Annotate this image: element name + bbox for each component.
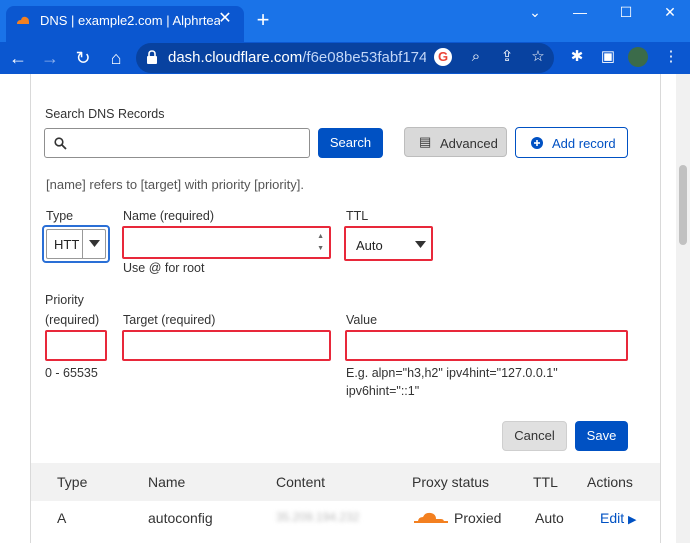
- extensions-icon[interactable]: ✱: [566, 46, 588, 68]
- info-target-token: [target]: [140, 177, 182, 192]
- advanced-button[interactable]: ▤ Advanced: [404, 127, 507, 157]
- name-input[interactable]: ▲ ▼: [122, 226, 331, 259]
- value-hint-line-1: E.g. alpn="h3,h2" ipv4hint="127.0.0.1": [346, 366, 558, 380]
- plus-circle-icon: [531, 137, 543, 149]
- menu-icon[interactable]: ⋮: [660, 46, 682, 68]
- ttl-value: Auto: [356, 238, 383, 253]
- new-tab-icon[interactable]: +: [253, 9, 273, 31]
- priority-hint: 0 - 65535: [45, 366, 98, 380]
- type-select[interactable]: HTT: [42, 225, 110, 263]
- chevron-down-icon: [89, 240, 100, 247]
- ttl-label: TTL: [346, 209, 369, 223]
- save-button[interactable]: Save: [575, 421, 628, 451]
- tab-close-icon[interactable]: ✕: [216, 10, 234, 28]
- ttl-select[interactable]: Auto: [344, 226, 433, 261]
- url-text[interactable]: dash.cloudflare.com/f6e08be53fabf1749...: [168, 49, 426, 66]
- priority-input[interactable]: [45, 330, 107, 361]
- url-host: dash.cloudflare.com: [168, 49, 303, 66]
- share-icon[interactable]: ⇪: [496, 46, 518, 68]
- value-hint-line-2: ipv6hint="::1": [346, 384, 420, 398]
- advanced-label: Advanced: [440, 136, 498, 151]
- row-type: A: [57, 510, 67, 526]
- info-text: refers to: [85, 177, 141, 192]
- window-close-icon[interactable]: ✕: [655, 2, 685, 22]
- browser-tab-strip: DNS | example2.com | Alphrteam ✕ + ⌄ — ☐…: [0, 0, 690, 42]
- tab-title: DNS | example2.com | Alphrteam: [40, 13, 220, 28]
- search-icon: [54, 137, 67, 150]
- column-header-name[interactable]: Name: [148, 474, 185, 490]
- info-text: with priority: [181, 177, 255, 192]
- list-icon: ▤: [419, 134, 432, 149]
- search-input[interactable]: [44, 128, 310, 158]
- scrollbar-thumb[interactable]: [679, 165, 687, 245]
- edit-label: Edit: [600, 510, 625, 526]
- back-icon[interactable]: ←: [6, 46, 30, 70]
- maximize-icon[interactable]: ☐: [611, 2, 641, 22]
- google-icon[interactable]: G: [434, 48, 452, 66]
- search-label: Search DNS Records: [45, 107, 165, 121]
- column-header-actions: Actions: [587, 474, 633, 490]
- add-record-button[interactable]: Add record: [515, 127, 628, 158]
- info-text: .: [300, 177, 304, 192]
- row-content: 35.209.194.232: [276, 510, 360, 524]
- chevron-down-icon: [415, 241, 426, 248]
- column-header-proxy-status[interactable]: Proxy status: [412, 474, 489, 490]
- lock-icon: [147, 50, 157, 64]
- row-name: autoconfig: [148, 510, 213, 526]
- value-input[interactable]: [345, 330, 628, 361]
- url-path: /f6e08be53fabf1749...: [302, 49, 426, 66]
- column-header-type[interactable]: Type: [57, 474, 87, 490]
- reload-icon[interactable]: ↻: [71, 46, 95, 70]
- tab-search-icon[interactable]: ⌄: [520, 2, 550, 22]
- name-label: Name (required): [123, 209, 215, 223]
- value-label: Value: [346, 313, 378, 327]
- priority-label: Priority: [45, 293, 84, 307]
- side-panel-icon[interactable]: ▣: [597, 46, 619, 68]
- table-header: [31, 463, 660, 501]
- edit-link[interactable]: Edit ▶: [600, 510, 636, 526]
- add-record-label: Add record: [552, 136, 616, 151]
- info-priority-token: [priority]: [254, 177, 301, 192]
- record-format-info: [name] refers to [target] with priority …: [46, 177, 304, 192]
- spinner-icon[interactable]: ▲ ▼: [317, 231, 324, 255]
- scrollbar[interactable]: [676, 74, 690, 543]
- proxied-cloud-icon: [414, 512, 448, 523]
- name-hint: Use @ for root: [123, 261, 205, 275]
- home-icon[interactable]: ⌂: [104, 46, 128, 70]
- forward-icon[interactable]: →: [38, 46, 62, 70]
- search-button[interactable]: Search: [318, 128, 383, 158]
- minimize-icon[interactable]: —: [565, 2, 595, 22]
- column-header-ttl[interactable]: TTL: [533, 474, 558, 490]
- target-input[interactable]: [122, 330, 331, 361]
- zoom-icon[interactable]: ⌕: [465, 46, 487, 68]
- bookmark-star-icon[interactable]: ☆: [527, 46, 549, 68]
- type-value: HTT: [54, 237, 80, 252]
- panel-border: [660, 74, 661, 543]
- priority-label-required: (required): [45, 313, 100, 327]
- type-label: Type: [46, 209, 74, 223]
- row-proxy-status: Proxied: [454, 510, 502, 526]
- profile-avatar[interactable]: [628, 47, 648, 67]
- info-name-token: [name]: [46, 177, 86, 192]
- target-label: Target (required): [123, 313, 216, 327]
- row-ttl: Auto: [535, 510, 564, 526]
- column-header-content[interactable]: Content: [276, 474, 325, 490]
- cloudflare-icon: [17, 16, 29, 24]
- cancel-button[interactable]: Cancel: [502, 421, 567, 451]
- caret-right-icon: ▶: [628, 514, 637, 526]
